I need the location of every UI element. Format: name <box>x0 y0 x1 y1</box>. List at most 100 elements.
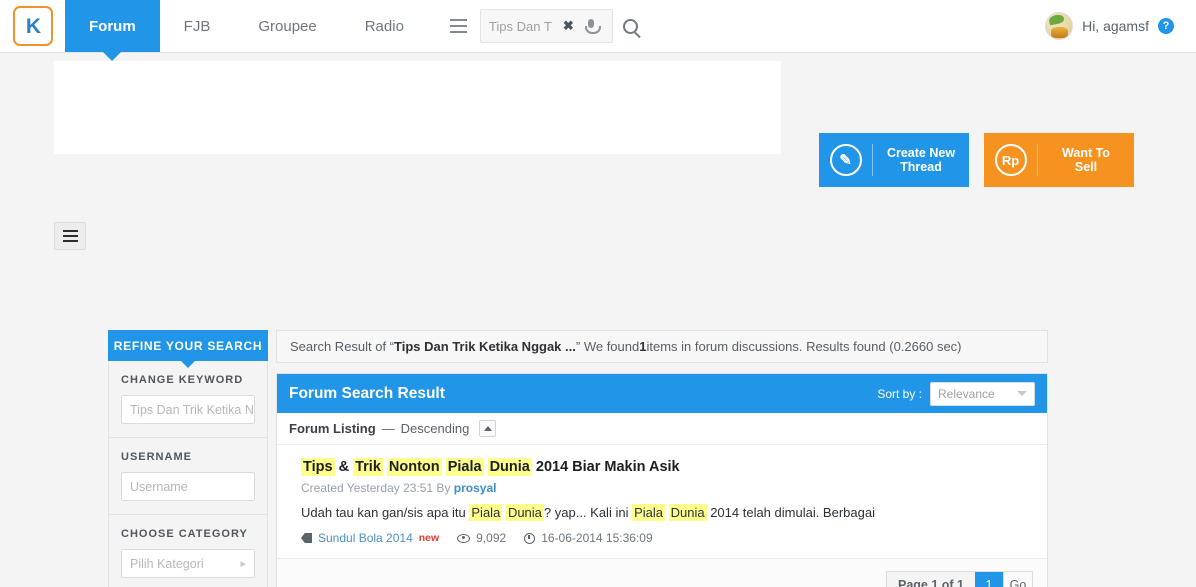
sort-by-group: Sort by : Relevance <box>877 381 1035 406</box>
new-badge: new <box>418 532 440 544</box>
pagination: Page 1 of 1 1 Go <box>886 570 1033 587</box>
banner-placeholder <box>54 61 781 154</box>
want-to-sell-label: Want To Sell <box>1062 146 1110 174</box>
search-icon[interactable] <box>622 18 638 34</box>
sort-by-value: Relevance <box>938 386 995 401</box>
chevron-down-icon <box>1017 391 1027 396</box>
avatar[interactable] <box>1045 12 1074 40</box>
kaskus-logo-icon[interactable]: K <box>12 6 53 46</box>
cta-group: ✎ Create New Thread Rp Want To Sell <box>819 133 1134 187</box>
plain-text-run: ? yap... Kali ini <box>543 505 633 520</box>
pencil-icon: ✎ <box>819 144 873 176</box>
hamburger-line <box>450 31 468 33</box>
nav-tab-radio-label: Radio <box>364 17 404 35</box>
result-date: 16-06-2014 15:36:09 <box>541 531 653 545</box>
plain-text-run: & <box>338 459 350 475</box>
refine-section-change-keyword: CHANGE KEYWORD Tips Dan Trik Ketika N <box>109 361 267 438</box>
toggle-line <box>62 230 78 232</box>
chevron-right-icon: ▸ <box>240 558 246 570</box>
highlighted-keyword: Piala <box>469 504 503 521</box>
created-prefix: Created Yesterday 23:51 By <box>301 481 454 495</box>
search-input[interactable]: Tips Dan T ✖ <box>479 9 613 43</box>
collapse-toggle-icon[interactable] <box>479 420 497 437</box>
help-icon[interactable]: ? <box>1158 18 1174 34</box>
hamburger-menu-icon[interactable] <box>442 9 476 43</box>
views-icon <box>457 533 471 543</box>
refine-search-body: CHANGE KEYWORD Tips Dan Trik Ketika N US… <box>108 361 268 587</box>
user-area: Hi, agamsf ? <box>1045 0 1196 52</box>
search-results-column: Search Result of “Tips Dan Trik Ketika N… <box>276 330 1048 587</box>
highlighted-keyword: Nonton <box>386 458 442 476</box>
choose-category-label: CHOOSE CATEGORY <box>121 528 248 540</box>
forum-listing-bar: Forum Listing — Descending <box>277 413 1047 445</box>
list-item: Tips & Trik Nonton Piala Dunia 2014 Biar… <box>277 445 1047 558</box>
summary-prefix: Search Result of “ <box>290 339 395 354</box>
highlighted-keyword: Piala <box>445 458 484 476</box>
create-new-thread-button[interactable]: ✎ Create New Thread <box>819 133 969 187</box>
highlighted-keyword: Dunia <box>668 504 707 521</box>
microphone-icon[interactable] <box>584 18 601 34</box>
nav-tab-forum-label: Forum <box>89 17 136 35</box>
site-logo[interactable]: K <box>0 0 65 52</box>
username-input[interactable]: Username <box>121 472 255 501</box>
logo-letter: K <box>25 14 41 38</box>
sort-by-label: Sort by : <box>877 386 922 401</box>
nav-tab-radio[interactable]: Radio <box>341 0 428 52</box>
username-label: USERNAME <box>121 451 192 463</box>
nav-tab-forum[interactable]: Forum <box>65 0 160 61</box>
result-meta: Sundul Bola 2014 new 9,092 16-06-2014 15… <box>301 531 1035 545</box>
result-snippet: Udah tau kan gan/sis apa itu Piala Dunia… <box>301 504 1035 522</box>
pencil-glyph: ✎ <box>839 151 852 169</box>
refine-your-search-header[interactable]: REFINE YOUR SEARCH <box>108 330 268 368</box>
summary-count: 1 <box>639 339 647 354</box>
sidebar-toggle-icon[interactable] <box>54 222 86 250</box>
refine-section-username: USERNAME Username <box>109 438 267 515</box>
user-greeting[interactable]: Hi, agamsf <box>1082 18 1149 34</box>
change-keyword-input[interactable]: Tips Dan Trik Ketika N <box>121 395 255 424</box>
nav-tab-groupee[interactable]: Groupee <box>234 0 340 52</box>
want-to-sell-button[interactable]: Rp Want To Sell <box>984 133 1134 187</box>
result-tag-link[interactable]: Sundul Bola 2014 <box>318 531 413 545</box>
hamburger-line <box>450 25 468 27</box>
page-title: Forum Search Result <box>289 384 445 402</box>
result-author-link[interactable]: prosyal <box>454 481 497 495</box>
banner-row: ✎ Create New Thread Rp Want To Sell <box>0 53 1196 187</box>
choose-category-select[interactable]: Pilih Kategori ▸ <box>121 549 255 578</box>
highlighted-keyword: Dunia <box>487 458 532 476</box>
nav-tab-fjb-label: FJB <box>183 17 211 35</box>
rupiah-glyph: Rp <box>994 144 1027 176</box>
pagination-row: Page 1 of 1 1 Go <box>277 558 1047 587</box>
highlighted-keyword: Tips <box>301 458 335 476</box>
nav-tab-fjb[interactable]: FJB <box>160 0 235 52</box>
highlighted-keyword: Dunia <box>505 504 544 521</box>
summary-mid: ” We found <box>575 339 640 354</box>
highlighted-keyword: Trik <box>353 458 383 476</box>
tag-icon <box>301 533 312 543</box>
summary-query: Tips Dan Trik Ketika Nggak ... <box>394 339 576 354</box>
go-button[interactable]: Go <box>1003 571 1032 587</box>
top-navigation-bar: K Forum FJB Groupee Radio Tips Dan T ✖ H… <box>0 0 1196 61</box>
refine-section-choose-category: CHOOSE CATEGORY Pilih Kategori ▸ <box>109 515 267 587</box>
nav-tab-groupee-label: Groupee <box>258 17 317 35</box>
result-created: Created Yesterday 23:51 By prosyal <box>301 481 1035 495</box>
page-info: Page 1 of 1 <box>898 578 964 587</box>
listing-dash: — <box>381 421 395 436</box>
page-number-1[interactable]: 1 <box>975 571 1003 587</box>
forum-listing-label: Forum Listing <box>289 421 376 436</box>
clock-icon <box>524 532 536 544</box>
nav-search-zone: Tips Dan T ✖ <box>442 0 646 52</box>
summary-suffix: items in forum discussions. Results foun… <box>646 339 962 354</box>
choose-category-value: Pilih Kategori <box>130 556 204 571</box>
rupiah-icon: Rp <box>984 144 1038 176</box>
panel-header: Forum Search Result Sort by : Relevance <box>277 374 1047 413</box>
refine-search-sidebar: REFINE YOUR SEARCH CHANGE KEYWORD Tips D… <box>108 330 268 587</box>
clear-search-icon[interactable]: ✖ <box>563 18 574 34</box>
result-title[interactable]: Tips & Trik Nonton Piala Dunia 2014 Biar… <box>301 457 1035 477</box>
listing-order: Descending <box>400 421 470 436</box>
highlighted-keyword: Piala <box>632 504 665 521</box>
sort-by-select[interactable]: Relevance <box>930 381 1035 406</box>
plain-text-run: 2014 telah dimulai. Berbagai <box>706 505 875 520</box>
plain-text-run: Udah tau kan gan/sis apa itu <box>301 505 470 520</box>
change-keyword-label: CHANGE KEYWORD <box>121 374 244 386</box>
hamburger-line <box>450 19 468 21</box>
